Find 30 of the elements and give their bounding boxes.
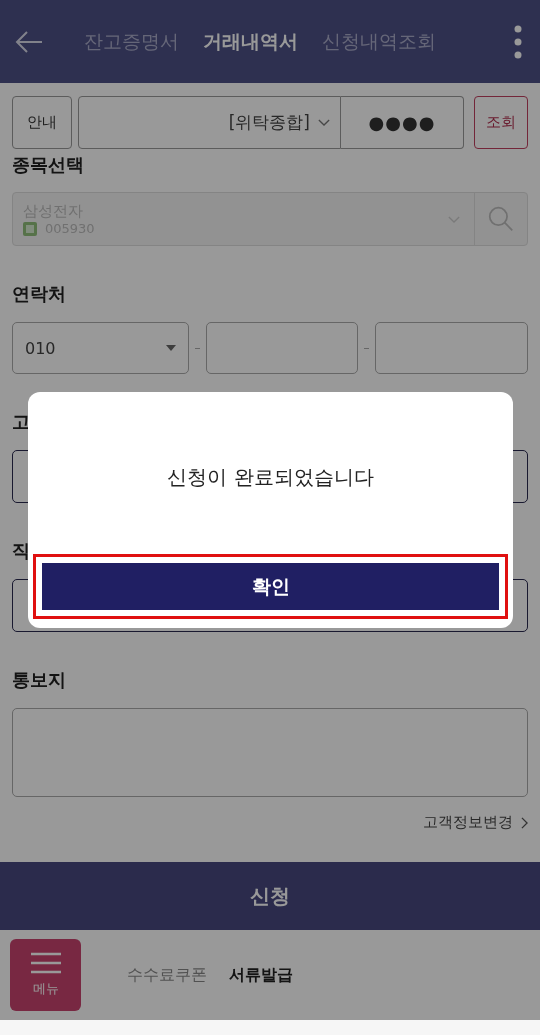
field-label: 직 <box>12 539 30 563</box>
phone-prefix-select[interactable]: 010 <box>12 322 189 374</box>
market-icon <box>23 221 37 236</box>
customer-info-link[interactable]: 고객정보변경 <box>423 813 528 832</box>
menu-icon <box>30 952 61 974</box>
info-button[interactable]: 안내 <box>12 96 72 149</box>
search-button[interactable]: 조회 <box>474 96 528 149</box>
search-icon <box>488 206 514 232</box>
dialog-message: 신청이 완료되었습니다 <box>167 464 374 491</box>
header-tab[interactable]: 거래내역서 <box>203 28 298 55</box>
password-field[interactable]: ●●●● <box>341 96 464 149</box>
more-menu-icon[interactable] <box>514 24 522 59</box>
text-area[interactable] <box>12 708 528 797</box>
bottom-nav-item[interactable]: 서류발급 <box>229 964 293 986</box>
chevron-down-icon <box>318 119 330 126</box>
field-label: 고 <box>12 410 30 434</box>
input-field[interactable] <box>205 322 359 374</box>
confirm-button[interactable]: 확인 <box>42 563 499 610</box>
chevron-down-icon <box>448 215 460 223</box>
field-label: 통보지 <box>12 668 66 692</box>
field-label: 연락처 <box>12 282 66 306</box>
submit-button[interactable]: 신청 <box>0 862 540 930</box>
chevron-right-icon <box>521 816 528 829</box>
back-arrow-icon[interactable] <box>14 29 44 54</box>
account-select[interactable]: [위탁종합] <box>78 96 341 149</box>
input-field[interactable] <box>375 322 528 374</box>
dropdown-icon <box>165 345 176 351</box>
menu-button[interactable]: 메뉴 <box>10 939 81 1011</box>
bottom-nav-item[interactable]: 수수료쿠폰 <box>127 964 207 986</box>
field-label: 종목선택 <box>12 153 84 177</box>
